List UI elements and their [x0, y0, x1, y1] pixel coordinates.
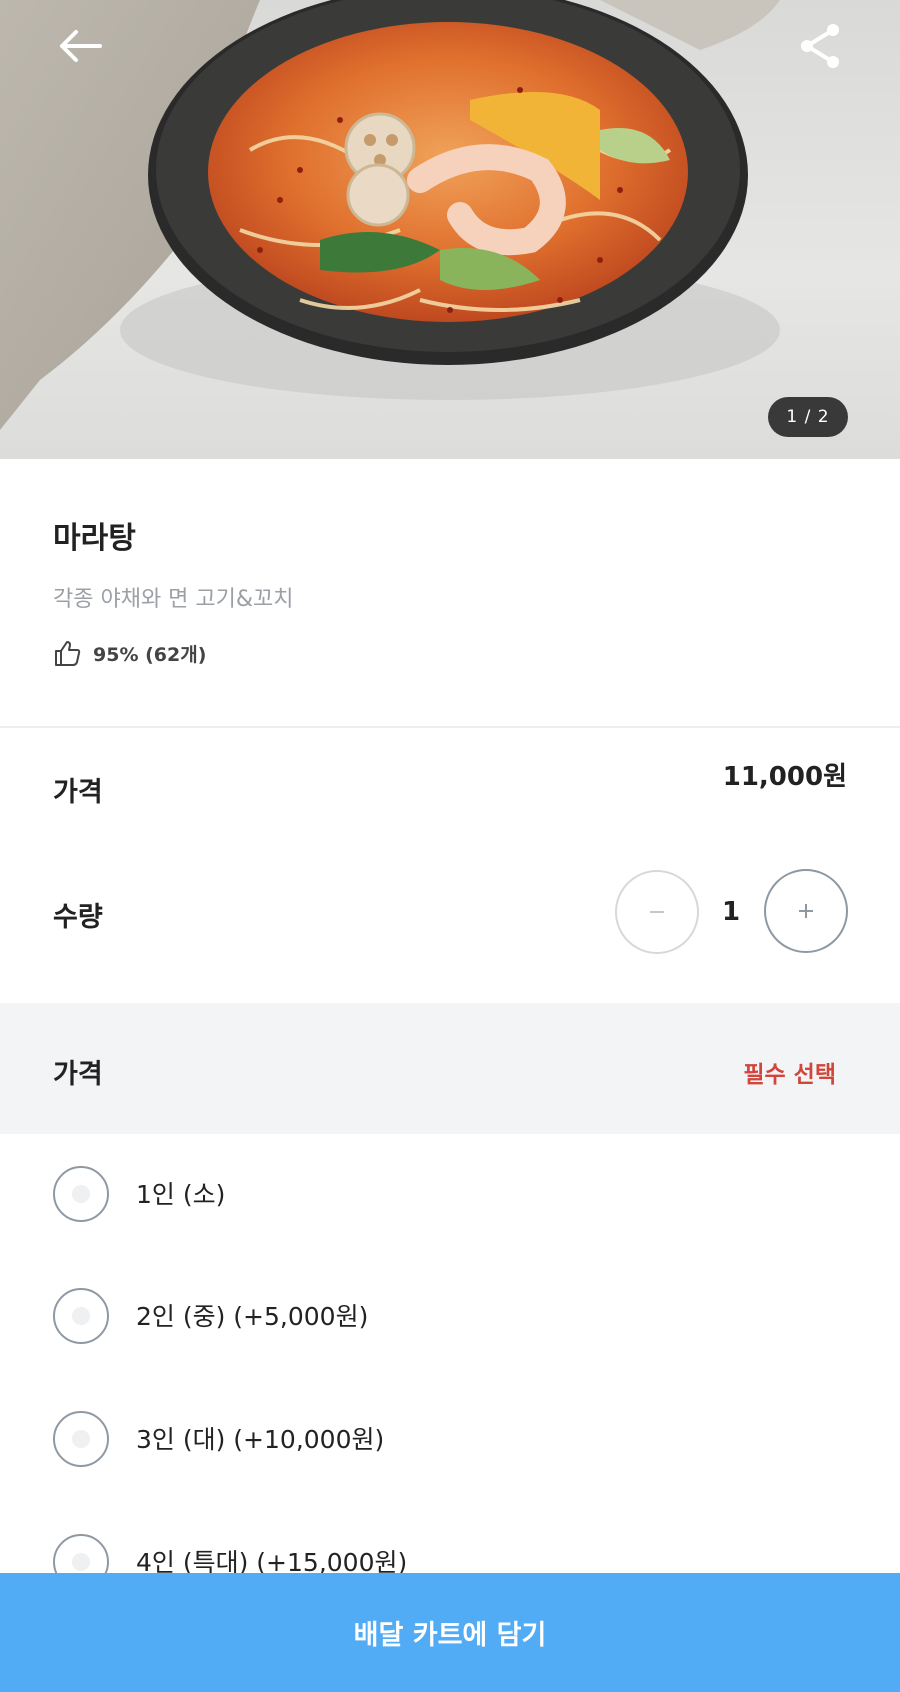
mala-soup-photo	[0, 0, 780, 430]
quantity-increase-button[interactable]	[764, 869, 848, 953]
option-item[interactable]: 2인 (중) (+5,000원)	[0, 1257, 900, 1379]
share-button[interactable]	[788, 14, 852, 78]
menu-title: 마라탕	[53, 521, 136, 556]
price-label: 가격	[53, 777, 103, 808]
radio-button[interactable]	[53, 1411, 109, 1467]
image-counter-badge: 1 / 2	[768, 397, 848, 437]
minus-icon	[650, 911, 664, 913]
share-icon	[801, 24, 839, 68]
menu-info: 마라탕 각종 야채와 면 고기&꼬치 95% (62개)	[0, 459, 900, 726]
menu-photo[interactable]: 1 / 2	[0, 0, 900, 459]
radio-dot	[72, 1185, 90, 1203]
quantity-value: 1	[721, 897, 741, 927]
option-label: 2인 (중) (+5,000원)	[136, 1302, 369, 1331]
radio-dot	[72, 1430, 90, 1448]
radio-button[interactable]	[53, 1166, 109, 1222]
back-button[interactable]	[48, 14, 112, 78]
rating-text: 95% (62개)	[93, 643, 207, 666]
thumbs-up-icon	[55, 641, 81, 666]
arrow-left-icon	[60, 30, 102, 62]
quantity-decrease-button[interactable]	[615, 870, 699, 954]
radio-dot	[72, 1553, 90, 1571]
radio-dot	[72, 1307, 90, 1325]
quantity-label: 수량	[53, 902, 103, 933]
section-divider	[0, 726, 900, 728]
add-to-cart-button[interactable]: 배달 카트에 담기	[0, 1573, 900, 1692]
menu-rating: 95% (62개)	[53, 639, 206, 667]
option-label: 3인 (대) (+10,000원)	[136, 1425, 385, 1454]
menu-detail-screen: 1 / 2 마라탕 각종 야채와 면 고기&꼬치 95% (62개) 가격 11…	[0, 0, 900, 1692]
option-item[interactable]: 3인 (대) (+10,000원)	[0, 1380, 900, 1502]
option-label: 1인 (소)	[136, 1180, 226, 1209]
required-badge: 필수 선택	[743, 1062, 836, 1088]
option-item[interactable]: 1인 (소)	[0, 1135, 900, 1257]
option-group-title: 가격	[53, 1059, 103, 1090]
menu-description: 각종 야채와 면 고기&꼬치	[53, 587, 294, 612]
price-value: 11,000원	[722, 762, 847, 792]
radio-button[interactable]	[53, 1288, 109, 1344]
option-group-header: 가격 필수 선택	[0, 1003, 900, 1134]
plus-icon	[799, 904, 813, 918]
